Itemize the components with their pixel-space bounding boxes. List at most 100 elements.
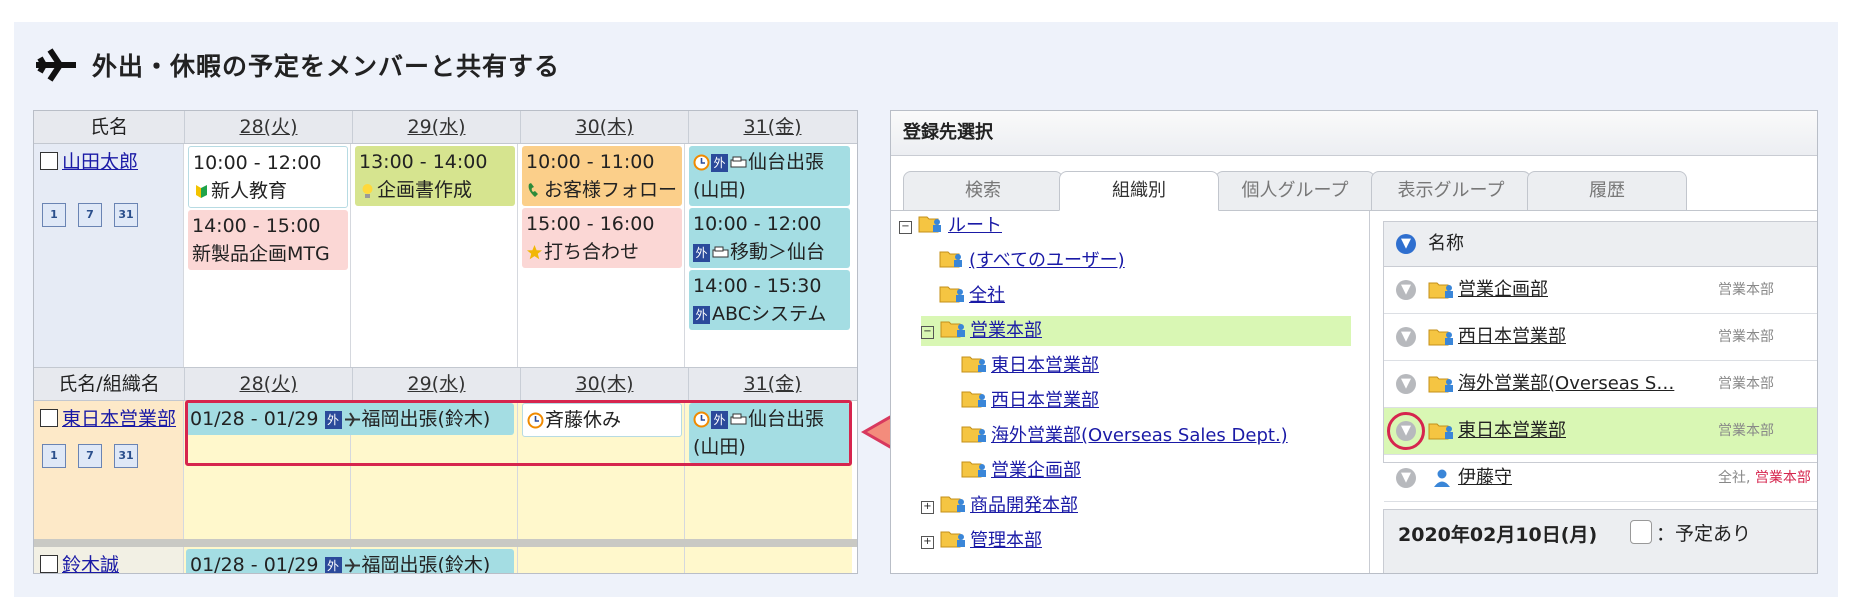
event-item[interactable]: 10:00 - 12:00 外移動＞仙台 — [689, 208, 850, 268]
header-org-name: 氏名/組織名 — [34, 368, 185, 400]
selected-date: 2020年02月10日(月) — [1398, 524, 1598, 546]
folder-user-icon — [961, 356, 986, 373]
tab-history[interactable]: 履歴 — [1527, 171, 1687, 211]
list-item[interactable]: ▼ 東日本営業部 営業本部 — [1384, 408, 1817, 455]
header-day-28[interactable]: 28(火) — [185, 111, 353, 143]
event-item[interactable]: 外仙台出張 (山田) — [689, 146, 850, 206]
folder-user-icon — [1428, 423, 1453, 440]
airplane-icon — [36, 48, 76, 82]
header-day-29[interactable]: 29(水) — [353, 111, 521, 143]
event-item[interactable]: 14:00 - 15:00 新製品企画MTG — [188, 210, 348, 270]
expand-icon: + — [921, 536, 934, 549]
org-tree: − ルート (すべてのユーザー) 全社 − 営業本部 東日本営業部 西日本営業部 海… — [891, 211, 1370, 573]
folder-user-icon — [961, 426, 986, 443]
span-event[interactable]: 01/28 - 01/29 外福岡出張(鈴木) — [186, 549, 514, 573]
car-icon — [730, 156, 747, 168]
org-header: 氏名/組織名 28(火) 29(水) 30(木) 31(金) — [34, 367, 857, 401]
month-view-icon[interactable]: 31 — [114, 203, 138, 227]
month-view-icon[interactable]: 31 — [114, 444, 138, 468]
panel-title: 登録先選択 — [891, 111, 1817, 156]
scheduled-legend-icon — [1630, 520, 1652, 544]
tree-node-company[interactable]: 全社 — [939, 281, 1005, 311]
list-header: ▼ 名称 — [1384, 222, 1817, 267]
person-day-28: 10:00 - 12:00 新人教育 14:00 - 15:00 新製品企画MT… — [184, 144, 351, 367]
folder-user-icon — [1428, 376, 1453, 393]
event-item[interactable]: 10:00 - 12:00 新人教育 — [188, 146, 348, 208]
tab-search[interactable]: 検索 — [903, 171, 1063, 211]
collapse-icon: − — [921, 326, 934, 339]
tree-node-sales-hq[interactable]: − 営業本部 — [921, 316, 1351, 346]
member-checkbox[interactable] — [40, 555, 58, 573]
clock-icon — [693, 154, 710, 171]
candidate-list: ▼ 名称 ▼ 営業企画部 営業本部 ▼ 西日本営業部 営業本部 ▼ 海外営業部(Overse… — [1383, 221, 1817, 502]
org-name-cell: 東日本営業部 1 7 31 — [34, 401, 184, 539]
event-item[interactable]: 15:00 - 16:00 打ち合わせ — [522, 208, 682, 268]
week-view-icon[interactable]: 7 — [78, 444, 102, 468]
header-day-29[interactable]: 29(水) — [353, 368, 521, 400]
add-icon[interactable]: ▼ — [1387, 412, 1425, 450]
person-checkbox[interactable] — [40, 152, 58, 170]
header-day-28[interactable]: 28(火) — [185, 368, 353, 400]
highlight-box — [185, 400, 852, 466]
person-day-31: 外仙台出張 (山田) 10:00 - 12:00 外移動＞仙台 14:00 - … — [685, 144, 852, 367]
list-item[interactable]: ▼ 西日本営業部 営業本部 — [1384, 314, 1817, 361]
tree-node-sales-planning[interactable]: 営業企画部 — [961, 456, 1081, 486]
out-badge: 外 — [324, 557, 342, 573]
phone-icon — [528, 183, 538, 197]
tree-node-west-sales[interactable]: 西日本営業部 — [961, 386, 1099, 416]
person-row: 山田太郎 1 7 31 10:00 - 12:00 新人教育 14:00 - 1… — [34, 144, 852, 367]
tree-node-all-users[interactable]: (すべてのユーザー) — [939, 246, 1125, 276]
tree-node-admin[interactable]: + 管理本部 — [921, 526, 1042, 556]
star-icon — [527, 245, 542, 260]
out-badge: 外 — [693, 306, 710, 324]
tab-display-group[interactable]: 表示グループ — [1371, 171, 1531, 211]
member-name-link[interactable]: 鈴木誠 — [62, 554, 119, 573]
tree-node-east-sales[interactable]: 東日本営業部 — [961, 351, 1099, 381]
list-item[interactable]: ▼ 伊藤守 全社, 営業本部 — [1384, 455, 1817, 502]
person-day-30: 10:00 - 11:00 お客様フォロー 15:00 - 16:00 打ち合わ… — [518, 144, 685, 367]
car-icon — [712, 246, 729, 258]
add-all-icon[interactable]: ▼ — [1396, 234, 1416, 254]
list-item[interactable]: ▼ 海外営業部(Overseas S… 営業本部 — [1384, 361, 1817, 408]
add-icon[interactable]: ▼ — [1396, 468, 1416, 488]
out-badge: 外 — [711, 154, 728, 172]
folder-user-icon — [961, 391, 986, 408]
airplane-icon — [344, 558, 360, 573]
folder-user-icon — [940, 531, 965, 548]
tab-by-organization[interactable]: 組織別 — [1059, 171, 1219, 211]
list-item[interactable]: ▼ 営業企画部 営業本部 — [1384, 267, 1817, 314]
add-icon[interactable]: ▼ — [1396, 374, 1416, 394]
week-view-icon[interactable]: 7 — [78, 203, 102, 227]
day-view-icon[interactable]: 1 — [42, 203, 66, 227]
event-item[interactable]: 14:00 - 15:30 外 ABCシステム — [689, 270, 850, 330]
legend: ：予定あり — [1630, 519, 1751, 546]
event-item[interactable]: 10:00 - 11:00 お客様フォロー — [522, 146, 682, 206]
folder-user-icon — [940, 496, 965, 513]
add-icon[interactable]: ▼ — [1396, 327, 1416, 347]
beginner-mark-icon — [196, 185, 207, 198]
tab-personal-group[interactable]: 個人グループ — [1215, 171, 1375, 211]
header-name: 氏名 — [34, 111, 185, 143]
day-view-icon[interactable]: 1 — [42, 444, 66, 468]
schedule-header: 氏名 28(火) 29(水) 30(木) 31(金) — [34, 111, 857, 144]
org-name-link[interactable]: 東日本営業部 — [62, 408, 176, 430]
page-title: 外出・休暇の予定をメンバーと共有する — [92, 52, 561, 81]
org-checkbox[interactable] — [40, 409, 58, 427]
header-day-30[interactable]: 30(木) — [521, 368, 689, 400]
header-day-31[interactable]: 31(金) — [689, 111, 856, 143]
date-bar: 2020年02月10日(月) ：予定あり — [1383, 509, 1817, 573]
schedule-grid: 氏名 28(火) 29(水) 30(木) 31(金) 山田太郎 1 7 31 1… — [33, 110, 858, 574]
expand-icon: + — [921, 501, 934, 514]
tree-node-product-dev[interactable]: + 商品開発本部 — [921, 491, 1078, 521]
person-name-link[interactable]: 山田太郎 — [62, 151, 138, 173]
tree-node-root[interactable]: − ルート — [899, 211, 1002, 241]
event-item[interactable]: 13:00 - 14:00 企画書作成 — [355, 146, 515, 206]
header-day-31[interactable]: 31(金) — [689, 368, 856, 400]
tree-node-overseas-sales[interactable]: 海外営業部(Overseas Sales Dept.) — [961, 421, 1288, 451]
folder-user-icon — [940, 321, 965, 338]
folder-user-icon — [1428, 329, 1453, 346]
add-icon[interactable]: ▼ — [1396, 280, 1416, 300]
person-day-29: 13:00 - 14:00 企画書作成 — [351, 144, 518, 367]
header-day-30[interactable]: 30(木) — [521, 111, 689, 143]
user-icon — [1434, 469, 1450, 487]
